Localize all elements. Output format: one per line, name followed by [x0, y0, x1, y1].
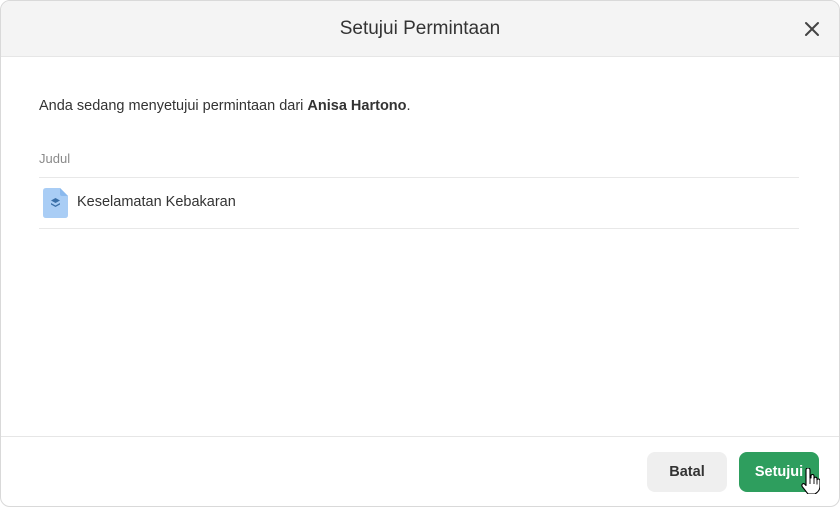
column-header-title: Judul [39, 151, 71, 166]
list-item: Keselamatan Kebakaran [39, 177, 799, 229]
item-title: Keselamatan Kebakaran [77, 194, 236, 210]
intro-prefix: Anda sedang menyetujui permintaan dari [39, 98, 308, 114]
dialog-header: Setujui Permintaan [1, 1, 839, 57]
dialog-title: Setujui Permintaan [339, 18, 501, 39]
approve-request-dialog: Setujui Permintaan Anda sedang menyetuju… [0, 0, 840, 507]
cancel-button[interactable]: Batal [647, 452, 727, 492]
intro-text: Anda sedang menyetujui permintaan dari A… [39, 98, 411, 114]
document-icon [43, 188, 68, 218]
requester-name: Anisa Hartono [307, 98, 407, 114]
intro-suffix: . [406, 98, 411, 114]
close-icon[interactable] [801, 18, 823, 40]
hand-cursor-icon [800, 467, 821, 495]
footer-divider [1, 436, 839, 437]
